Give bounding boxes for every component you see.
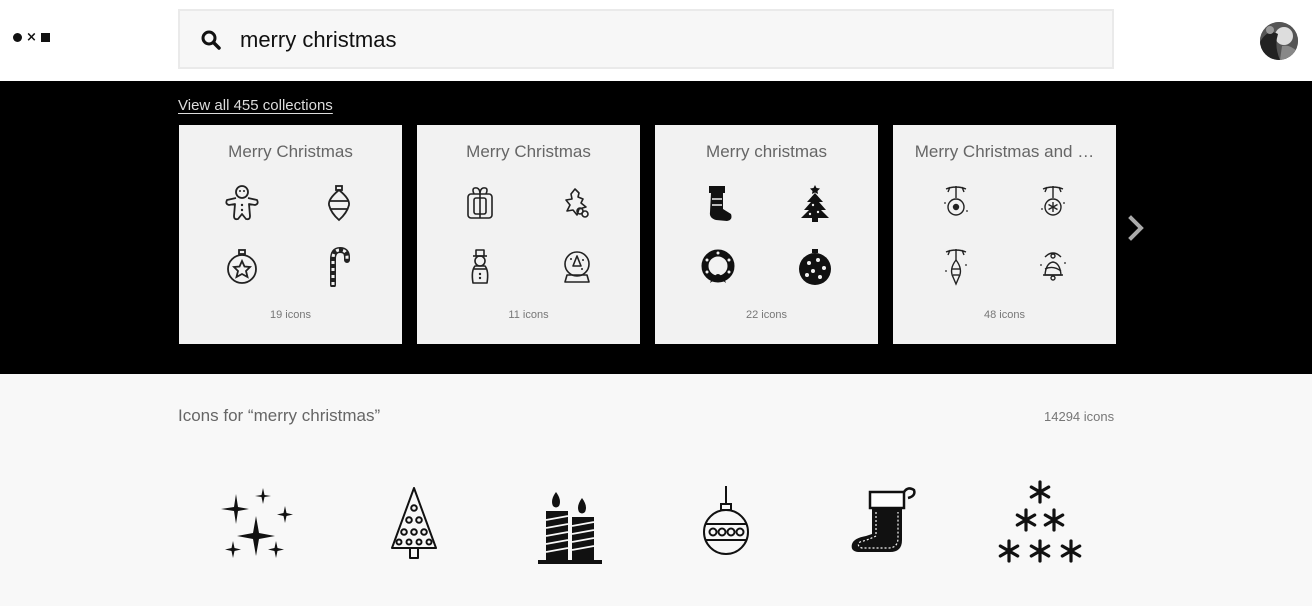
ornament-star-icon: [227, 249, 257, 284]
snowman-icon: [471, 249, 489, 284]
avatar-image: [1260, 22, 1298, 60]
hanging-ornament-long-icon: [945, 249, 967, 286]
top-bar: ×: [0, 0, 1312, 81]
collection-title: Merry Christmas: [466, 142, 591, 161]
christmas-tree-icon: [801, 185, 829, 222]
collection-card[interactable]: Merry Christmas: [417, 125, 640, 344]
logo-square: [40, 33, 50, 42]
results-count: 14294 icons: [1044, 409, 1115, 424]
results-title: Icons for “merry christmas”: [178, 406, 381, 425]
view-all-collections-link[interactable]: View all 455 collections: [178, 97, 333, 114]
stocking-icon[interactable]: [838, 478, 928, 570]
snow-globe-icon: [564, 251, 590, 283]
stocking-icon: [709, 186, 732, 221]
search-icon[interactable]: [200, 29, 222, 51]
snowflake-tree-icon[interactable]: [995, 478, 1085, 570]
wreath-icon: [701, 249, 735, 283]
gingerbread-man-icon: [225, 185, 259, 221]
hanging-bell-icon: [1040, 252, 1066, 281]
search-bar: [178, 9, 1114, 69]
candy-cane-icon: [330, 247, 350, 287]
collection-count: 48 icons: [984, 309, 1025, 321]
logo[interactable]: ×: [13, 30, 50, 45]
collection-title: Merry Christmas: [228, 142, 353, 161]
hanging-ornament-snowflake-icon: [1041, 186, 1065, 216]
logo-dot: [13, 33, 22, 42]
candles-icon[interactable]: [526, 478, 616, 570]
collection-count: 22 icons: [746, 309, 787, 321]
collection-card[interactable]: Merry Christmas and … 48 icons: [893, 125, 1116, 344]
logo-x: ×: [26, 30, 37, 45]
collection-title: Merry Christmas and …: [914, 142, 1095, 161]
collection-card[interactable]: Merry Christmas: [179, 125, 402, 344]
collection-card[interactable]: Merry christmas 22 icons: [655, 125, 878, 344]
collection-count: 19 icons: [270, 309, 311, 321]
bauble-outline-icon[interactable]: [681, 478, 771, 570]
collection-count: 11 icons: [508, 309, 549, 321]
search-input[interactable]: [240, 23, 1080, 57]
hanging-ornament-icon: [944, 186, 968, 216]
holly-icon: [565, 188, 589, 218]
chevron-right-icon[interactable]: [1126, 214, 1148, 242]
avatar[interactable]: [1260, 22, 1298, 60]
collections-band: View all 455 collections Merry Christmas: [0, 81, 1312, 374]
ornament-drop-icon: [328, 185, 350, 222]
collection-title: Merry christmas: [706, 142, 827, 161]
sparkles-icon[interactable]: [213, 478, 303, 570]
gift-box-icon: [467, 187, 493, 219]
bauble-icon: [799, 249, 831, 285]
christmas-tree-outline-icon[interactable]: [369, 478, 459, 570]
